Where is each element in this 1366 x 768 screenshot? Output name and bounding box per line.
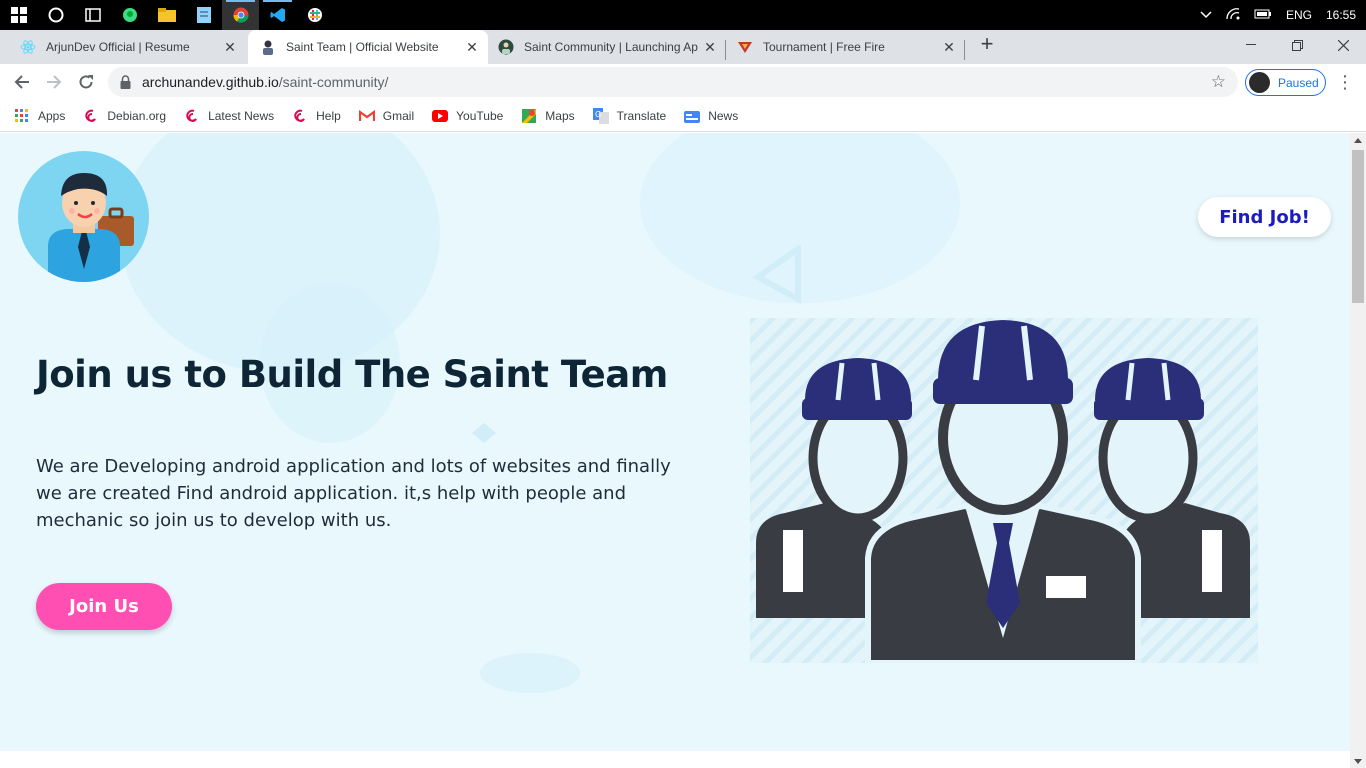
language-indicator[interactable]: ENG: [1286, 8, 1312, 22]
debian-icon: [83, 108, 99, 124]
tab-title: Saint Community | Launching Ap: [524, 40, 698, 54]
find-job-button[interactable]: Find Job!: [1198, 197, 1331, 237]
back-arrow-icon[interactable]: [8, 68, 36, 96]
bookmark-star-icon[interactable]: ☆: [1211, 72, 1226, 92]
notepad-icon[interactable]: [185, 0, 222, 30]
bookmark-gmail[interactable]: Gmail: [358, 108, 415, 124]
close-tab-icon[interactable]: ✕: [222, 39, 238, 55]
bookmark-translate[interactable]: G Translate: [592, 107, 667, 124]
url-text[interactable]: archunandev.github.io/saint-community/: [142, 74, 388, 90]
bookmark-label: News: [708, 108, 739, 123]
lock-icon[interactable]: [120, 75, 131, 94]
bookmark-label: Apps: [38, 108, 66, 123]
bookmark-label: YouTube: [456, 108, 504, 123]
bookmark-label: Help: [316, 108, 341, 123]
profile-button[interactable]: Paused: [1245, 69, 1326, 96]
search-circle-icon[interactable]: [37, 0, 74, 30]
close-tab-icon[interactable]: ✕: [941, 39, 957, 55]
team-workers-illustration: [750, 318, 1258, 663]
page-scrollbar[interactable]: [1350, 133, 1366, 768]
new-tab-button[interactable]: +: [975, 33, 999, 57]
chevron-up-icon[interactable]: [1200, 8, 1212, 22]
tab-resume[interactable]: ArjunDev Official | Resume ✕: [8, 30, 246, 64]
bookmark-label: Translate: [616, 108, 667, 123]
close-tab-icon[interactable]: ✕: [464, 39, 480, 55]
apps-grid-icon: [14, 108, 30, 124]
diamond-shape: [472, 423, 496, 443]
debian-icon: [292, 108, 308, 124]
bookmark-label: Debian.org: [107, 108, 167, 123]
close-tab-icon[interactable]: ✕: [702, 39, 718, 55]
profile-status: Paused: [1278, 75, 1319, 90]
avatar: [1249, 72, 1270, 93]
tab-separator: [964, 40, 965, 60]
bookmark-latest-news[interactable]: Latest News: [184, 108, 274, 124]
battery-icon[interactable]: [1254, 8, 1272, 22]
windows-start-icon[interactable]: [0, 0, 37, 30]
youtube-icon: [432, 108, 449, 124]
react-icon: [20, 39, 36, 55]
system-tray: ENG 16:55: [1200, 0, 1356, 30]
background-blob: [480, 653, 580, 693]
page-title: Join us to Build The Saint Team: [36, 353, 668, 396]
browser-toolbar: archunandev.github.io/saint-community/ ☆…: [0, 64, 1366, 100]
more-menu-icon[interactable]: ⋮: [1336, 71, 1354, 93]
task-view-icon[interactable]: [74, 0, 111, 30]
tab-saint-community[interactable]: Saint Community | Launching Ap ✕: [486, 30, 726, 64]
chrome-icon[interactable]: [222, 0, 259, 30]
bookmark-youtube[interactable]: YouTube: [432, 108, 503, 124]
saint-team-icon: [260, 39, 276, 55]
page-description: We are Developing android application an…: [36, 456, 671, 531]
translate-icon: G: [592, 107, 609, 124]
maps-icon: [521, 108, 537, 124]
scrollbar-thumb[interactable]: [1352, 150, 1364, 303]
windows-taskbar: ENG 16:55: [0, 0, 1366, 30]
tab-separator: [725, 40, 726, 60]
bookmark-label: Latest News: [208, 108, 275, 123]
saint-community-icon: [498, 39, 514, 55]
bookmarks-bar: Apps Debian.org Latest News Help Gmail Y…: [0, 100, 1366, 132]
minimize-icon[interactable]: [1228, 30, 1274, 60]
clock[interactable]: 16:55: [1326, 8, 1356, 22]
vscode-icon[interactable]: [259, 0, 296, 30]
tab-saint-team[interactable]: Saint Team | Official Website ✕: [248, 30, 488, 64]
bookmark-label: Gmail: [382, 108, 415, 123]
page-viewport: Find Job! Join us to Build The Saint Tea…: [0, 133, 1350, 768]
forward-arrow-icon[interactable]: [40, 68, 68, 96]
url-host: archunandev.github.io: [142, 74, 279, 90]
bookmark-debian[interactable]: Debian.org: [83, 108, 166, 124]
svg-text:G: G: [595, 110, 601, 119]
url-path: /saint-community/: [278, 74, 389, 90]
address-bar[interactable]: archunandev.github.io/saint-community/ ☆: [108, 67, 1238, 97]
slack-icon[interactable]: [296, 0, 333, 30]
tab-title: Tournament | Free Fire: [763, 40, 885, 54]
gmail-icon: [358, 108, 375, 124]
tab-title: Saint Team | Official Website: [286, 40, 439, 54]
wifi-icon[interactable]: [1226, 7, 1240, 23]
hero-section: Find Job! Join us to Build The Saint Tea…: [0, 133, 1350, 751]
close-window-icon[interactable]: [1320, 30, 1366, 60]
scroll-up-icon[interactable]: [1354, 138, 1362, 143]
free-fire-icon: [737, 39, 753, 55]
file-explorer-icon[interactable]: [148, 0, 185, 30]
bookmark-help[interactable]: Help: [292, 108, 341, 124]
bookmark-news[interactable]: News: [684, 108, 738, 124]
bookmark-apps[interactable]: Apps: [14, 108, 65, 124]
restore-icon[interactable]: [1274, 30, 1320, 60]
android-studio-icon[interactable]: [111, 0, 148, 30]
debian-icon: [184, 108, 200, 124]
tab-tournament[interactable]: Tournament | Free Fire ✕: [725, 30, 965, 64]
triangle-outline-icon: [752, 245, 801, 305]
scroll-down-icon[interactable]: [1354, 759, 1362, 764]
browser-tab-strip: ArjunDev Official | Resume ✕ Saint Team …: [0, 30, 1366, 64]
bookmark-label: Maps: [545, 108, 575, 123]
worker-avatar-illustration: [18, 151, 149, 282]
bookmark-maps[interactable]: Maps: [521, 108, 575, 124]
news-icon: [684, 108, 701, 124]
join-us-button[interactable]: Join Us: [36, 583, 172, 630]
tab-title: ArjunDev Official | Resume: [46, 40, 190, 54]
reload-icon[interactable]: [72, 68, 100, 96]
